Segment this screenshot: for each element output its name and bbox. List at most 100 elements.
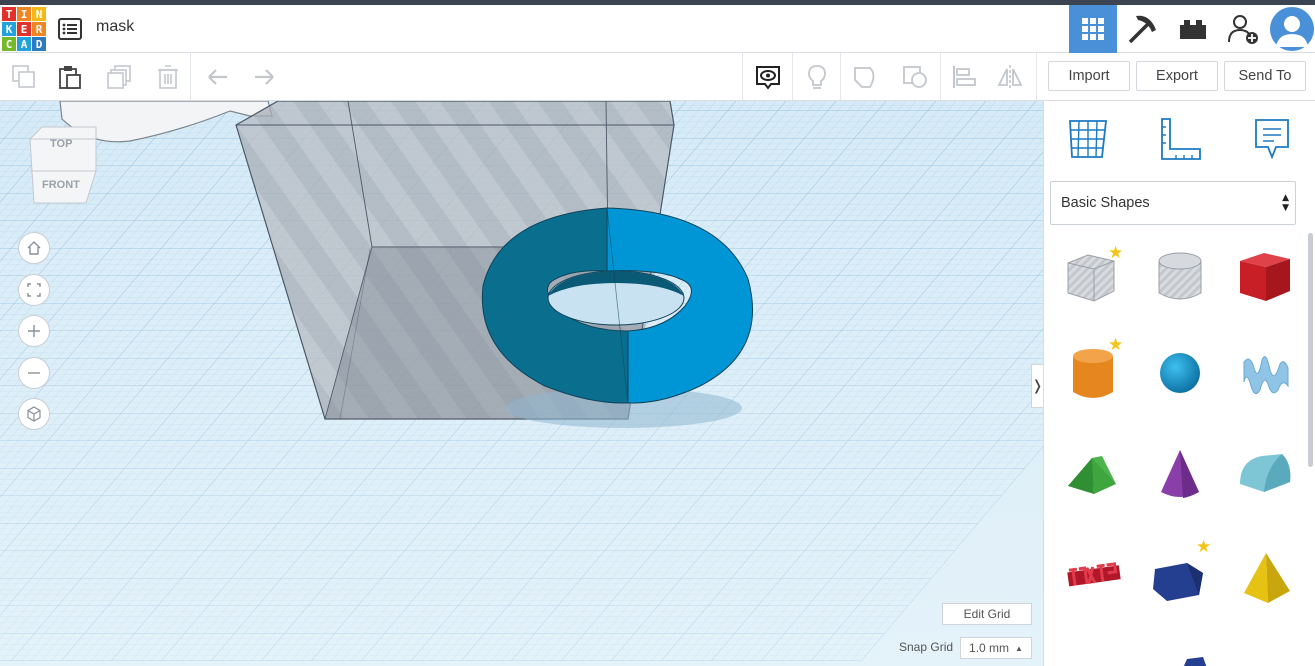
- caret-up-icon: ▲: [1015, 643, 1023, 653]
- add-user-icon: [1228, 15, 1258, 44]
- duplicate-button[interactable]: [106, 63, 134, 91]
- home-view-button[interactable]: [18, 232, 50, 264]
- mirror-icon: [997, 65, 1023, 89]
- snap-grid-select[interactable]: 1.0 mm ▲: [960, 637, 1032, 659]
- bricks-mode-button[interactable]: [1169, 5, 1217, 53]
- shape-cylinder[interactable]: ★: [1058, 335, 1128, 408]
- shape-round-roof[interactable]: [1230, 438, 1300, 508]
- logo-letter: T: [2, 7, 16, 21]
- shape-box-hole[interactable]: ★: [1058, 241, 1128, 311]
- shape-cone[interactable]: [1145, 438, 1215, 508]
- align-icon: [953, 66, 976, 88]
- home-icon: [27, 241, 41, 255]
- light-button[interactable]: [803, 63, 831, 91]
- shape-category-select[interactable]: Basic Shapes ▲ ▼: [1050, 181, 1296, 225]
- lightbulb-icon: [808, 65, 826, 89]
- fit-icon: [27, 283, 41, 297]
- project-title[interactable]: mask: [96, 18, 134, 36]
- sphere-icon: [1160, 353, 1200, 393]
- pyramid-icon: [1244, 553, 1290, 603]
- shape-pyramid[interactable]: [1230, 541, 1300, 611]
- shape-polygon[interactable]: ★: [1145, 537, 1215, 611]
- box-icon: [1240, 253, 1290, 301]
- ruler-tool-button[interactable]: [1158, 117, 1204, 165]
- minus-icon: [28, 372, 40, 374]
- design-list-button[interactable]: [58, 17, 82, 41]
- workplane-icon: [1069, 120, 1108, 158]
- duplicate-icon: [107, 65, 131, 89]
- invite-user-button[interactable]: [1219, 5, 1267, 53]
- panel-scrollbar[interactable]: [1308, 233, 1313, 467]
- copy-icon: [12, 65, 35, 88]
- minecraft-mode-button[interactable]: [1119, 5, 1167, 53]
- workplane-scene: [0, 101, 1043, 666]
- tinkercad-logo[interactable]: TIN KER CAD: [2, 7, 46, 51]
- bricks-icon: [1180, 20, 1206, 39]
- logo-letter: C: [2, 37, 16, 51]
- export-button[interactable]: Export: [1136, 61, 1218, 91]
- viewcube-top-label[interactable]: TOP: [50, 138, 72, 150]
- cylinder-hole-icon: [1158, 252, 1202, 300]
- toolbar-separator: [190, 53, 191, 100]
- avatar[interactable]: [1269, 5, 1315, 53]
- shape-category-value: Basic Shapes: [1061, 195, 1150, 211]
- shape-text[interactable]: [1058, 541, 1128, 611]
- logo-letter: E: [17, 22, 31, 36]
- favorite-star-icon: ★: [1108, 243, 1124, 263]
- redo-button[interactable]: [250, 63, 278, 91]
- send-to-button[interactable]: Send To: [1224, 61, 1306, 91]
- shape-roof[interactable]: [1058, 438, 1128, 508]
- fit-view-button[interactable]: [18, 274, 50, 306]
- roof-icon: [1068, 456, 1116, 494]
- copy-button[interactable]: [10, 63, 38, 91]
- user-avatar-icon: [1270, 7, 1314, 51]
- undo-button[interactable]: [204, 63, 232, 91]
- paste-button[interactable]: [56, 63, 84, 91]
- shape-partial[interactable]: [1183, 653, 1207, 666]
- eye-note-icon: [756, 66, 780, 90]
- logo-letter: A: [17, 37, 31, 51]
- round-roof-icon: [1240, 454, 1291, 492]
- edit-toolbar: Import Export Send To: [0, 53, 1315, 101]
- redo-icon: [255, 69, 274, 85]
- snap-grid-label: Snap Grid: [899, 640, 954, 654]
- plus-icon: [28, 325, 40, 337]
- toolbar-separator: [1036, 53, 1037, 100]
- scribble-icon: [1243, 356, 1289, 395]
- ungroup-icon: [903, 66, 927, 88]
- workplane-viewport[interactable]: TOP FRONT Edit Grid Snap Grid 1.0 mm ▲: [0, 101, 1043, 666]
- list-icon: [58, 18, 82, 40]
- favorite-star-icon: ★: [1196, 537, 1212, 557]
- zoom-in-button[interactable]: [18, 315, 50, 347]
- shape-box[interactable]: [1230, 241, 1300, 311]
- shapes-panel: Basic Shapes ▲ ▼ ★ ★ ★: [1043, 101, 1315, 666]
- shape-scribble[interactable]: [1230, 338, 1300, 408]
- shape-cylinder-hole[interactable]: [1145, 241, 1215, 311]
- viewcube-front-label[interactable]: FRONT: [42, 179, 80, 191]
- notes-visibility-button[interactable]: [754, 63, 782, 91]
- trash-icon: [158, 65, 178, 89]
- group-button[interactable]: [852, 63, 880, 91]
- workplane-tool-button[interactable]: [1066, 117, 1110, 165]
- toolbar-separator: [840, 53, 841, 100]
- grid-view-icon: [1082, 18, 1104, 40]
- edit-grid-button[interactable]: Edit Grid: [942, 603, 1032, 625]
- toolbar-separator: [742, 53, 743, 100]
- align-button[interactable]: [950, 63, 978, 91]
- select-arrows-icon: ▲ ▼: [1282, 193, 1289, 213]
- import-button[interactable]: Import: [1048, 61, 1130, 91]
- delete-button[interactable]: [154, 63, 182, 91]
- note-icon: [1255, 119, 1289, 160]
- shape-sphere[interactable]: [1145, 338, 1215, 408]
- collapse-panel-button[interactable]: ❭: [1031, 364, 1043, 408]
- 3d-design-view-button[interactable]: [1069, 5, 1117, 53]
- logo-letter: I: [17, 7, 31, 21]
- cube-icon: [27, 406, 41, 422]
- notes-tool-button[interactable]: [1252, 117, 1292, 165]
- group-icon: [854, 67, 875, 88]
- mirror-button[interactable]: [996, 63, 1024, 91]
- perspective-button[interactable]: [18, 398, 50, 430]
- ungroup-button[interactable]: [901, 63, 929, 91]
- zoom-out-button[interactable]: [18, 357, 50, 389]
- favorite-star-icon: ★: [1108, 335, 1124, 355]
